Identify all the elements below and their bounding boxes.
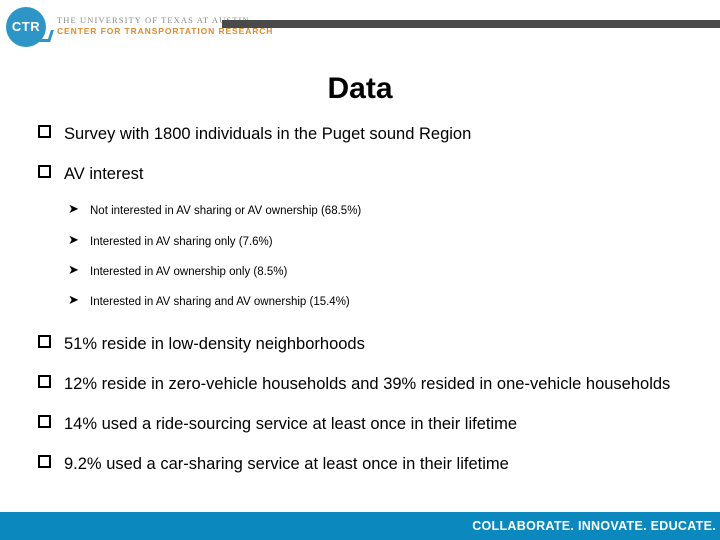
bullet-vehicle-households: 12% reside in zero-vehicle households an… (30, 374, 690, 395)
slide-body: Survey with 1800 individuals in the Puge… (30, 124, 690, 494)
bullet-ride-sourcing-text: 14% used a ride-sourcing service at leas… (64, 414, 518, 433)
sub-bullet-sharing-only: ➤ Interested in AV sharing only (7.6%) (30, 232, 690, 249)
bullet-low-density: 51% reside in low-density neighborhoods (30, 334, 690, 355)
av-interest-sublist: ➤ Not interested in AV sharing or AV own… (30, 202, 690, 310)
square-bullet-icon (38, 374, 51, 388)
header-divider (222, 20, 720, 28)
sub-bullet-sharing-only-text: Interested in AV sharing only (7.6%) (90, 235, 273, 248)
bullet-car-sharing: 9.2% used a car-sharing service at least… (30, 454, 690, 475)
bullet-ride-sourcing: 14% used a ride-sourcing service at leas… (30, 414, 690, 435)
arrow-bullet-icon: ➤ (68, 262, 79, 278)
footer-tagline: COLLABORATE. INNOVATE. EDUCATE. (472, 519, 716, 533)
square-bullet-icon (38, 165, 51, 179)
sub-bullet-not-interested-text: Not interested in AV sharing or AV owner… (90, 205, 362, 218)
bullet-survey-text: Survey with 1800 individuals in the Puge… (64, 125, 472, 143)
ctr-logo: CTR (6, 7, 54, 47)
sub-bullet-sharing-and-ownership-text: Interested in AV sharing and AV ownershi… (90, 296, 350, 309)
square-bullet-icon (38, 334, 51, 348)
sub-bullet-ownership-only: ➤ Interested in AV ownership only (8.5%) (30, 262, 690, 279)
slide-header: CTR THE UNIVERSITY OF TEXAS AT AUSTIN CE… (0, 0, 720, 52)
bullet-av-interest: AV interest (30, 164, 690, 185)
bullet-survey: Survey with 1800 individuals in the Puge… (30, 124, 690, 145)
page-title: Data (327, 72, 393, 105)
bullet-vehicle-households-text: 12% reside in zero-vehicle households an… (64, 374, 671, 393)
bullet-car-sharing-text: 9.2% used a car-sharing service at least… (64, 455, 509, 474)
arrow-bullet-icon: ➤ (68, 202, 79, 218)
sub-bullet-sharing-and-ownership: ➤ Interested in AV sharing and AV owners… (30, 293, 690, 309)
sub-bullet-not-interested: ➤ Not interested in AV sharing or AV own… (30, 202, 690, 218)
square-bullet-icon (38, 414, 51, 428)
square-bullet-icon (38, 455, 51, 469)
bullet-av-interest-text: AV interest (64, 165, 144, 184)
slide-footer: COLLABORATE. INNOVATE. EDUCATE. (0, 512, 720, 540)
arrow-bullet-icon: ➤ (68, 232, 79, 248)
sub-bullet-ownership-only-text: Interested in AV ownership only (8.5%) (90, 265, 288, 278)
university-name: THE UNIVERSITY OF TEXAS AT AUSTIN (57, 15, 250, 25)
square-bullet-icon (38, 125, 51, 138)
logo-swoosh-icon (31, 30, 54, 42)
arrow-bullet-icon: ➤ (68, 293, 79, 309)
bullet-low-density-text: 51% reside in low-density neighborhoods (64, 334, 365, 353)
